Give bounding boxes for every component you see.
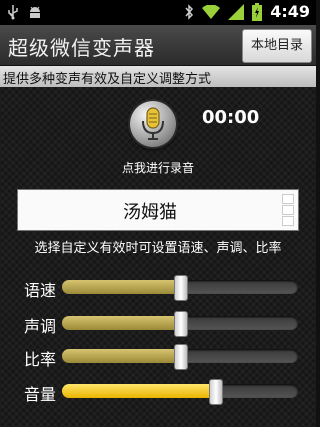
usb-icon bbox=[6, 4, 20, 20]
select-handle-icon bbox=[282, 194, 294, 226]
subtitle-bar: 提供多种变声有效及自定义调整方式 bbox=[0, 66, 316, 87]
volume-slider-thumb[interactable] bbox=[209, 379, 224, 405]
slider-row-speed: 语速 bbox=[0, 275, 316, 301]
microphone-icon bbox=[142, 107, 164, 140]
slider-row-rate: 比率 bbox=[0, 344, 316, 370]
status-time: 4:49 bbox=[270, 2, 310, 21]
speed-slider[interactable] bbox=[62, 275, 298, 301]
app-title: 超级微信变声器 bbox=[8, 36, 155, 60]
pitch-slider-fill bbox=[62, 316, 180, 330]
record-hint: 点我进行录音 bbox=[121, 161, 194, 175]
title-bar: 超级微信变声器 本地目录 bbox=[0, 25, 316, 66]
slider-label-rate: 比率 bbox=[24, 350, 57, 369]
rate-slider-fill bbox=[62, 349, 180, 363]
bluetooth-icon bbox=[184, 3, 194, 20]
voice-effect-select[interactable]: 汤姆猫 bbox=[17, 189, 299, 231]
rate-slider-thumb[interactable] bbox=[174, 344, 188, 370]
slider-label-speed: 语速 bbox=[24, 281, 57, 300]
record-button[interactable] bbox=[130, 101, 176, 147]
volume-slider[interactable] bbox=[62, 379, 298, 405]
speed-slider-thumb[interactable] bbox=[174, 275, 188, 301]
custom-settings-note: 选择自定义有效时可设置语速、声调、比率 bbox=[34, 241, 282, 256]
main-panel: 00:00 点我进行录音 汤姆猫 选择自定义有效时可设置语速、声调、比率 语速 … bbox=[0, 87, 316, 427]
pitch-slider[interactable] bbox=[62, 311, 298, 337]
local-directory-button[interactable]: 本地目录 bbox=[242, 29, 312, 63]
volume-slider-fill bbox=[62, 384, 216, 398]
slider-row-volume: 音量 bbox=[0, 379, 316, 405]
voice-effect-selected: 汤姆猫 bbox=[123, 202, 177, 223]
slider-row-pitch: 声调 bbox=[0, 311, 316, 337]
speed-slider-fill bbox=[62, 280, 180, 294]
slider-label-pitch: 声调 bbox=[24, 317, 57, 336]
subtitle-text: 提供多种变声有效及自定义调整方式 bbox=[3, 72, 212, 87]
android-debug-icon bbox=[28, 4, 42, 20]
rate-slider[interactable] bbox=[62, 344, 298, 370]
slider-label-volume: 音量 bbox=[24, 385, 57, 404]
battery-charging-icon bbox=[252, 2, 263, 21]
signal-icon bbox=[228, 3, 245, 20]
record-timer: 00:00 bbox=[202, 107, 260, 128]
pitch-slider-thumb[interactable] bbox=[174, 311, 188, 337]
status-bar: 4:49 bbox=[0, 0, 316, 25]
wifi-icon bbox=[202, 4, 221, 19]
